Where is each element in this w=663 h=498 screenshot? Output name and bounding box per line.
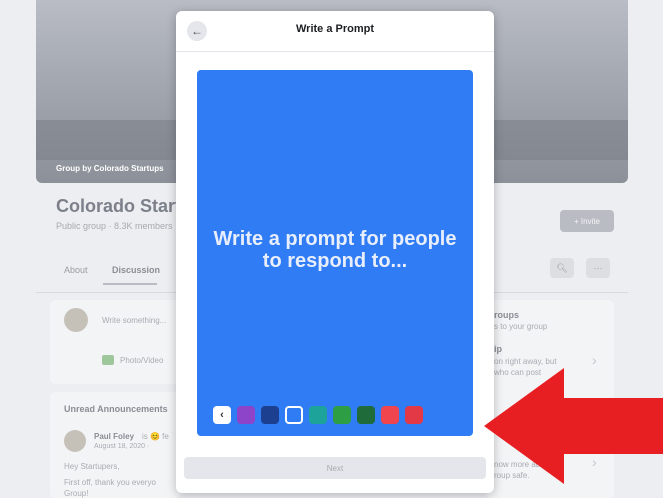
swatch-dark-green[interactable]	[357, 406, 375, 424]
composer-card: Write something... Photo/Video	[50, 300, 180, 384]
swatch-red[interactable]	[405, 406, 423, 424]
announcements-heading: Unread Announcements	[64, 404, 168, 414]
post-greeting: Hey Startupers,	[64, 462, 120, 471]
swatch-back-icon[interactable]: ‹	[213, 406, 231, 424]
dialog-header: ← Write a Prompt	[176, 11, 494, 52]
swatch-coral[interactable]	[381, 406, 399, 424]
info-line4: on right away, but	[494, 357, 557, 366]
announcements-card: Unread Announcements Paul Foley is 😊 fe …	[50, 392, 180, 498]
annotation-arrow-icon	[484, 368, 663, 484]
active-tab-indicator	[103, 283, 157, 285]
post-author-suffix: is 😊 fe	[142, 432, 169, 441]
search-icon[interactable]: 🔍︎	[550, 258, 574, 278]
swatch-navy[interactable]	[261, 406, 279, 424]
post-date[interactable]: August 18, 2020 ·	[94, 443, 149, 450]
info-line1: roups	[494, 310, 520, 320]
group-meta: Public group · 8.3K members	[56, 221, 173, 231]
swatch-blue[interactable]	[285, 406, 303, 424]
next-button[interactable]: Next	[184, 457, 486, 479]
more-icon[interactable]: ···	[586, 258, 610, 278]
tab-about[interactable]: About	[64, 265, 88, 275]
write-prompt-dialog: ← Write a Prompt Write a prompt for peop…	[176, 11, 494, 493]
post-body-line2: Group!	[64, 489, 89, 498]
swatch-purple[interactable]	[237, 406, 255, 424]
avatar	[64, 430, 86, 452]
chevron-right-icon[interactable]: ›	[592, 352, 597, 368]
composer-input[interactable]: Write something...	[102, 316, 166, 325]
swatch-green[interactable]	[333, 406, 351, 424]
tab-discussion[interactable]: Discussion	[112, 265, 160, 275]
dialog-title: Write a Prompt	[295, 23, 375, 35]
prompt-canvas[interactable]: Write a prompt for people to respond to.…	[197, 70, 473, 436]
photo-video-button[interactable]: Photo/Video	[120, 356, 163, 365]
info-line2: s to your group	[494, 322, 548, 331]
prompt-text-input[interactable]: Write a prompt for people to respond to.…	[209, 228, 461, 272]
background-color-picker: ‹	[213, 406, 473, 424]
cover-label: Group by Colorado Startups	[56, 164, 164, 173]
invite-button[interactable]: + Invite	[560, 210, 614, 232]
avatar	[64, 308, 88, 332]
photo-icon	[102, 355, 114, 365]
post-body-line1: First off, thank you everyo	[64, 478, 156, 487]
info-line3: ip	[494, 344, 502, 354]
post-author[interactable]: Paul Foley	[94, 432, 134, 441]
swatch-teal[interactable]	[309, 406, 327, 424]
